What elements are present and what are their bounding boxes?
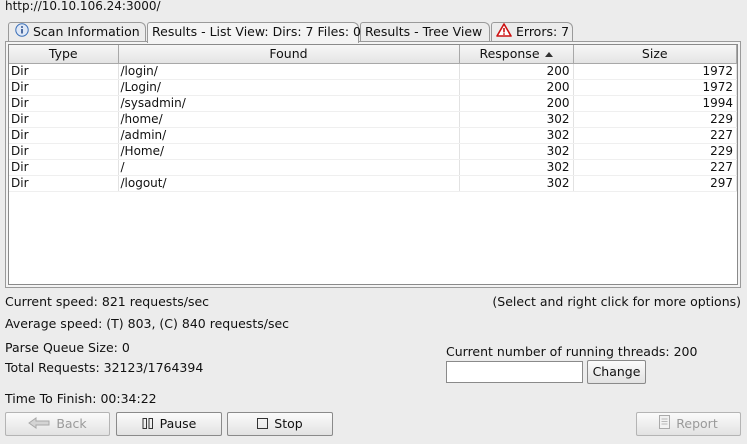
column-header-type[interactable]: Type: [9, 45, 119, 64]
running-threads-label: Current number of running threads: 200: [446, 344, 698, 359]
back-button[interactable]: Back: [5, 412, 110, 436]
tab-results-tree-view[interactable]: Results - Tree View: [360, 22, 490, 42]
parse-queue-label: Parse Queue Size: 0: [5, 340, 130, 355]
cell-response: 200: [459, 95, 574, 112]
cell-type: Dir: [9, 111, 119, 128]
report-document-icon: [659, 414, 671, 436]
tab-errors[interactable]: Errors: 7: [491, 22, 573, 42]
table-header-row: Type Found Response Size: [9, 45, 737, 64]
tab-label: Errors: 7: [516, 24, 570, 39]
cell-found: /login/: [118, 63, 460, 80]
average-speed-label: Average speed: (T) 803, (C) 840 requests…: [5, 316, 290, 331]
cell-response: 200: [459, 63, 574, 80]
cell-type: Dir: [9, 127, 119, 144]
cell-response: 302: [459, 111, 574, 128]
cell-size: 229: [573, 111, 737, 128]
column-header-found[interactable]: Found: [118, 45, 460, 64]
cell-type: Dir: [9, 143, 119, 160]
table-row[interactable]: Dir /admin/ 302 227: [9, 127, 737, 144]
results-panel: Type Found Response Size Dir /login/ 200…: [5, 41, 741, 288]
table-row[interactable]: Dir /login/ 200 1972: [9, 63, 737, 80]
cell-size: 227: [573, 159, 737, 176]
cell-type: Dir: [9, 63, 119, 80]
cell-type: Dir: [9, 79, 119, 96]
cell-found: /: [118, 159, 460, 176]
cell-found: /home/: [118, 111, 460, 128]
table-row[interactable]: Dir /logout/ 302 297: [9, 175, 737, 192]
cell-size: 1994: [573, 95, 737, 112]
pause-button[interactable]: Pause: [116, 412, 222, 436]
change-threads-button[interactable]: Change: [587, 360, 646, 384]
stop-icon: [257, 414, 269, 436]
tab-results-list-view[interactable]: Results - List View: Dirs: 7 Files: 0: [147, 22, 362, 43]
column-header-response[interactable]: Response: [459, 45, 574, 64]
tab-label: Scan Information: [33, 24, 140, 39]
results-table-container[interactable]: Type Found Response Size Dir /login/ 200…: [8, 44, 738, 285]
right-click-hint: (Select and right click for more options…: [492, 294, 741, 309]
cell-size: 297: [573, 175, 737, 192]
tab-scan-information[interactable]: Scan Information: [8, 22, 146, 42]
cell-response: 200: [459, 79, 574, 96]
table-row[interactable]: Dir / 302 227: [9, 159, 737, 176]
cell-found: /Login/: [118, 79, 460, 96]
table-row[interactable]: Dir /sysadmin/ 200 1994: [9, 95, 737, 112]
current-speed-label: Current speed: 821 requests/sec: [5, 294, 210, 309]
table-row[interactable]: Dir /Home/ 302 229: [9, 143, 737, 160]
stop-button[interactable]: Stop: [227, 412, 333, 436]
sort-ascending-icon: [544, 52, 553, 58]
cell-size: 1972: [573, 63, 737, 80]
dirbuster-window: http://10.10.106.24:3000/ Scan Informati…: [0, 0, 747, 444]
pause-icon: [142, 414, 154, 436]
table-row[interactable]: Dir /Login/ 200 1972: [9, 79, 737, 96]
info-icon: [15, 23, 29, 42]
cell-found: /admin/: [118, 127, 460, 144]
cell-response: 302: [459, 143, 574, 160]
report-button[interactable]: Report: [636, 412, 741, 436]
threads-count-input[interactable]: [446, 361, 583, 383]
cell-size: 227: [573, 127, 737, 144]
cell-type: Dir: [9, 159, 119, 176]
cell-response: 302: [459, 159, 574, 176]
results-table: Type Found Response Size Dir /login/ 200…: [9, 45, 737, 192]
tab-label: Results - Tree View: [365, 24, 483, 39]
cell-found: /sysadmin/: [118, 95, 460, 112]
target-url: http://10.10.106.24:3000/: [5, 0, 161, 13]
tab-label: Results - List View: Dirs: 7 Files: 0: [152, 24, 362, 39]
cell-size: 229: [573, 143, 737, 160]
tab-bar: Scan Information Results - List View: Di…: [8, 22, 740, 43]
total-requests-label: Total Requests: 32123/1764394: [5, 360, 204, 375]
cell-response: 302: [459, 127, 574, 144]
time-to-finish-label: Time To Finish: 00:34:22: [5, 391, 157, 406]
column-header-size[interactable]: Size: [573, 45, 737, 64]
cell-type: Dir: [9, 95, 119, 112]
warning-icon: [496, 23, 512, 42]
cell-found: /logout/: [118, 175, 460, 192]
cell-found: /Home/: [118, 143, 460, 160]
cell-type: Dir: [9, 175, 119, 192]
back-arrow-icon: [28, 414, 50, 436]
cell-response: 302: [459, 175, 574, 192]
table-row[interactable]: Dir /home/ 302 229: [9, 111, 737, 128]
cell-size: 1972: [573, 79, 737, 96]
